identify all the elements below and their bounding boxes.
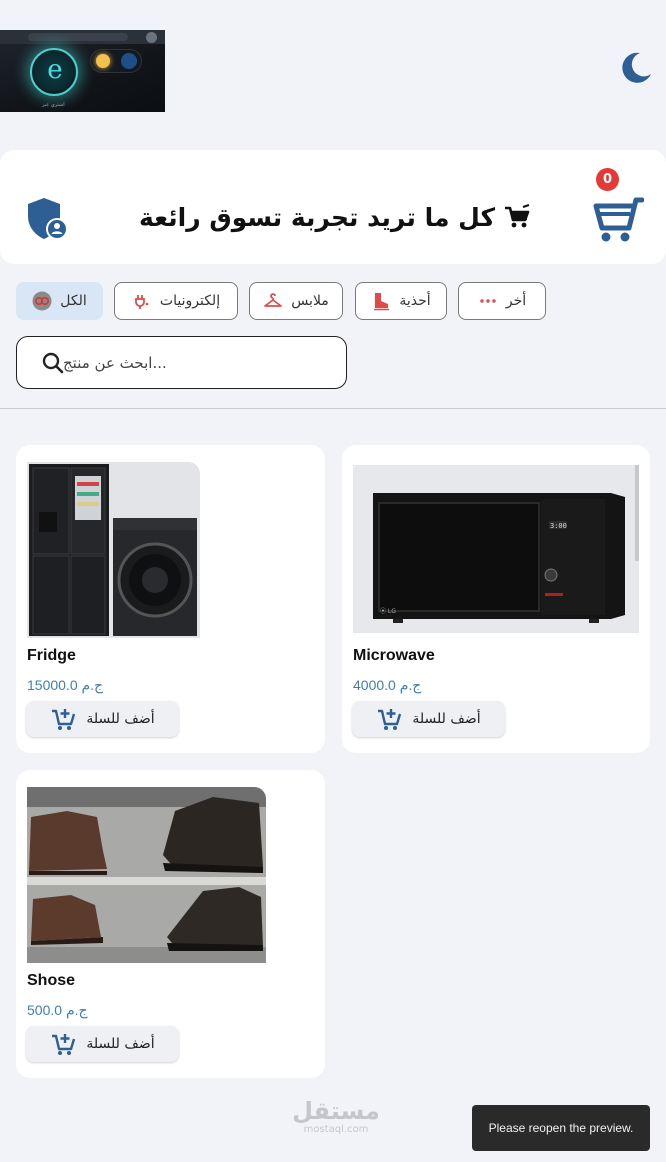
svg-text:⦿ LG: ⦿ LG	[380, 608, 396, 615]
add-cart-icon	[52, 1034, 76, 1055]
product-card-shose: Shose 500.0 ج.م أضف للسلة	[16, 770, 325, 1078]
add-to-cart-button[interactable]: أضف للسلة	[352, 701, 505, 737]
page-title-text: كل ما تريد تجربة تسوق رائعة	[139, 202, 495, 232]
product-image-fridge	[27, 462, 200, 638]
product-price: 500.0 ج.م	[27, 1002, 88, 1018]
shield-user-icon	[28, 198, 68, 240]
search-input[interactable]	[17, 337, 346, 388]
cart-count-badge: 0	[596, 168, 619, 191]
add-cart-icon	[52, 709, 76, 730]
add-to-cart-button[interactable]: أضف للسلة	[26, 701, 179, 737]
search-box[interactable]	[16, 336, 347, 389]
product-card-microwave: 3:00 ⦿ LG Microwave 4000.0 ج.م أضف للسلة	[342, 445, 650, 753]
all-icon	[32, 291, 52, 311]
watermark-sub: mostaql.com	[303, 1124, 369, 1135]
hanger-icon	[264, 293, 283, 307]
watermark-logo: مستقل mostaql.com	[286, 1098, 386, 1136]
add-to-cart-button[interactable]: أضف للسلة	[26, 1026, 179, 1062]
banner-search-bar	[28, 33, 128, 41]
category-chip-electronics[interactable]: إلكترونيات	[114, 282, 238, 320]
product-price: 4000.0 ج.م	[353, 677, 422, 693]
dots-icon	[480, 299, 496, 303]
category-chip-label: إلكترونيات	[159, 293, 221, 309]
banner-theme-toggle	[90, 49, 142, 73]
sun-icon	[96, 54, 110, 68]
category-chip-label: ملابس	[291, 293, 329, 309]
banner-tagline: اشتري عبر	[42, 102, 65, 108]
category-chip-other[interactable]: أخر	[458, 282, 546, 320]
product-image-microwave: 3:00 ⦿ LG	[353, 465, 639, 633]
moon-icon	[121, 53, 137, 69]
category-chip-label: الكل	[60, 293, 87, 309]
preview-toast: Please reopen the preview.	[472, 1105, 650, 1151]
app-banner-image: e اشتري عبر	[0, 30, 165, 112]
watermark-main: مستقل	[292, 1097, 380, 1125]
boot-icon	[374, 293, 390, 311]
account-button[interactable]	[24, 196, 70, 242]
theme-toggle-button[interactable]	[618, 50, 654, 86]
shopping-cart-emoji-icon	[505, 204, 530, 228]
product-name: Fridge	[27, 647, 76, 664]
plug-icon	[135, 295, 149, 309]
product-image-shose	[27, 787, 266, 963]
divider	[0, 408, 666, 409]
add-to-cart-label: أضف للسلة	[86, 1036, 155, 1052]
moon-icon	[622, 52, 651, 83]
product-name: Shose	[27, 972, 76, 989]
category-chip-all[interactable]: الكل	[16, 282, 103, 320]
banner-logo-letter: e	[47, 55, 63, 85]
svg-text:3:00: 3:00	[550, 522, 567, 530]
product-name: Microwave	[353, 647, 435, 664]
banner-user-icon	[146, 32, 157, 43]
product-card-fridge: Fridge 15000.0 ج.م أضف للسلة	[16, 445, 325, 753]
cart-icon	[593, 197, 645, 242]
toast-message: Please reopen the preview.	[488, 1121, 634, 1135]
category-chip-label: أخر	[505, 293, 527, 309]
cart-button[interactable]	[590, 192, 645, 244]
page-title: كل ما تريد تجربة تسوق رائعة	[130, 196, 540, 238]
search-icon	[42, 352, 64, 374]
category-chip-shoes[interactable]: أحذية	[355, 282, 447, 320]
product-price: 15000.0 ج.م	[27, 677, 104, 693]
category-chip-label: أحذية	[399, 293, 431, 309]
add-cart-icon	[378, 709, 402, 730]
category-chip-clothes[interactable]: ملابس	[249, 282, 343, 320]
add-to-cart-label: أضف للسلة	[86, 711, 155, 727]
add-to-cart-label: أضف للسلة	[412, 711, 481, 727]
